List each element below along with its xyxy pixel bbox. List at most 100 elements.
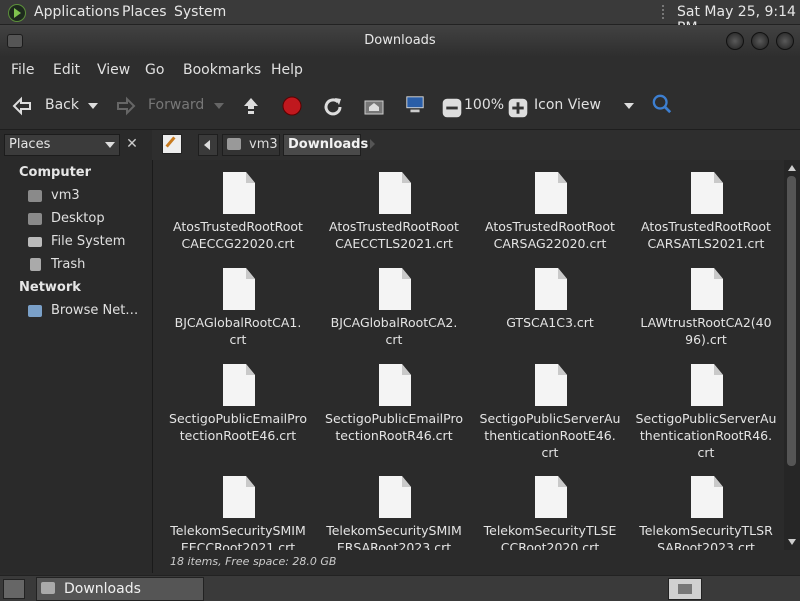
home-icon[interactable] (364, 96, 384, 116)
file-name: GTSCA1C3.crt (472, 314, 628, 331)
file-item[interactable]: TelekomSecurityTLSE CCRoot2020.crt (472, 464, 628, 550)
file-item[interactable]: SectigoPublicEmailPro tectionRootE46.crt (160, 352, 316, 462)
sidebar-type-select[interactable]: Places (4, 134, 120, 156)
file-name: TelekomSecuritySMIM ERSARoot2023.crt (316, 522, 472, 550)
top-panel: Applications Places System Sat May 25, 9… (0, 0, 800, 36)
file-name-line: CARSATLS2021.crt (647, 236, 765, 251)
drive-icon (28, 237, 42, 247)
file-item[interactable]: AtosTrustedRootRoot CAECCTLS2021.crt (316, 160, 472, 270)
minimize-button[interactable] (726, 32, 744, 50)
file-name-line: SectigoPublicServerAu (479, 411, 621, 426)
file-icon-view[interactable]: AtosTrustedRootRoot CAECCG22020.crt AtosTr… (156, 160, 784, 550)
close-window-button[interactable] (776, 32, 794, 50)
file-item[interactable]: BJCAGlobalRootCA2. crt (316, 256, 472, 366)
file-item[interactable]: AtosTrustedRootRoot CARSATLS2021.crt (628, 160, 784, 270)
file-name: AtosTrustedRootRoot CAECCG22020.crt (160, 218, 316, 252)
file-name-line: thenticationRootE46. (484, 428, 616, 443)
vertical-scrollbar[interactable] (784, 160, 800, 550)
home-folder-icon (28, 190, 42, 202)
window-title: Downloads (364, 33, 436, 48)
forward-button[interactable]: Forward (112, 91, 212, 121)
zoom-in-icon[interactable] (508, 98, 528, 118)
computer-icon[interactable] (405, 95, 425, 115)
file-name-line: ERSARoot2023.crt (336, 540, 452, 550)
desktop-folder-icon (28, 213, 42, 225)
menu-file[interactable]: File (11, 62, 34, 78)
menu-edit[interactable]: Edit (53, 62, 80, 78)
file-item[interactable]: TelekomSecuritySMIM EECCRoot2021.crt (160, 464, 316, 550)
file-item[interactable]: GTSCA1C3.crt (472, 256, 628, 366)
sidebar-item-label: vm3 (51, 188, 80, 203)
file-name-line: CAECCG22020.crt (181, 236, 295, 251)
file-name-line: LAWtrustRootCA2(40 (640, 315, 772, 330)
sidebar-item-label: Desktop (51, 211, 105, 226)
home-folder-icon (227, 138, 241, 150)
path-scroll-right-button[interactable] (370, 139, 375, 149)
sidebar-item-trash[interactable]: Trash (28, 256, 148, 276)
file-item[interactable]: TelekomSecuritySMIM ERSARoot2023.crt (316, 464, 472, 550)
file-name-line: SectigoPublicEmailPro (325, 411, 463, 426)
workspace-switcher[interactable] (668, 578, 702, 600)
reload-icon[interactable] (323, 96, 343, 116)
forward-history-dropdown[interactable] (214, 103, 224, 109)
path-scroll-left-button[interactable] (198, 134, 218, 156)
file-name-line: CAECCTLS2021.crt (335, 236, 453, 251)
file-name-line: AtosTrustedRootRoot (173, 219, 303, 234)
file-item[interactable]: AtosTrustedRootRoot CAECCG22020.crt (160, 160, 316, 270)
places-menu[interactable]: Places (122, 4, 167, 20)
breadcrumb-vm3[interactable]: vm3 (222, 134, 280, 156)
toolbar: Back Forward 100% Icon View (0, 83, 800, 130)
sidebar-item-file-system[interactable]: File System (28, 233, 148, 253)
maximize-button[interactable] (751, 32, 769, 50)
file-item[interactable]: TelekomSecurityTLSR SARoot2023.crt (628, 464, 784, 550)
file-name-line: crt (385, 332, 403, 347)
file-item[interactable]: LAWtrustRootCA2(40 96).crt (628, 256, 784, 366)
scroll-down-icon[interactable] (788, 539, 796, 545)
file-item[interactable]: SectigoPublicServerAu thenticationRootR46… (628, 352, 784, 462)
edit-location-icon[interactable] (162, 134, 182, 154)
view-mode-label: Icon View (534, 97, 601, 113)
scroll-thumb[interactable] (787, 176, 796, 466)
document-file-icon (691, 268, 723, 310)
file-name: AtosTrustedRootRoot CARSAG22020.crt (472, 218, 628, 252)
file-item[interactable]: SectigoPublicServerAu thenticationRootE46… (472, 352, 628, 462)
chevron-down-icon (624, 103, 634, 109)
file-name-line: TelekomSecurityTLSR (639, 523, 773, 538)
applications-menu[interactable]: Applications (34, 4, 120, 20)
sidebar-item-label: File System (51, 234, 126, 249)
stop-icon[interactable] (282, 96, 302, 116)
system-logo-icon[interactable] (8, 4, 26, 22)
search-icon[interactable] (652, 94, 672, 114)
system-menu[interactable]: System (174, 4, 226, 20)
menu-bookmarks[interactable]: Bookmarks (183, 62, 261, 78)
file-name: TelekomSecurityTLSE CCRoot2020.crt (472, 522, 628, 550)
menu-help[interactable]: Help (271, 62, 303, 78)
sidebar-item-label: Trash (51, 257, 86, 272)
breadcrumb-downloads[interactable]: Downloads (283, 134, 368, 156)
menu-view[interactable]: View (97, 62, 130, 78)
menu-go[interactable]: Go (145, 62, 164, 78)
up-arrow-icon[interactable] (241, 96, 261, 116)
document-file-icon (379, 364, 411, 406)
show-desktop-button[interactable] (3, 579, 25, 599)
zoom-level[interactable]: 100% (464, 97, 504, 113)
file-item[interactable]: SectigoPublicEmailPro tectionRootR46.crt (316, 352, 472, 462)
file-item[interactable]: BJCAGlobalRootCA1. crt (160, 256, 316, 366)
scroll-up-icon[interactable] (788, 165, 796, 171)
window-titlebar[interactable]: Downloads (0, 25, 800, 57)
taskbar-window-downloads[interactable]: Downloads (36, 577, 204, 601)
sidebar-item-browse-network[interactable]: Browse Net… (28, 302, 148, 322)
back-history-dropdown[interactable] (88, 103, 98, 109)
zoom-out-icon[interactable] (442, 98, 462, 118)
file-item[interactable]: AtosTrustedRootRoot CARSAG22020.crt (472, 160, 628, 270)
file-name-line: SectigoPublicServerAu (635, 411, 777, 426)
view-mode-select[interactable]: Icon View (530, 93, 640, 119)
forward-label: Forward (148, 97, 205, 113)
sidebar-item-desktop[interactable]: Desktop (28, 210, 148, 230)
document-file-icon (535, 476, 567, 518)
document-file-icon (223, 172, 255, 214)
close-sidebar-icon[interactable]: ✕ (124, 136, 140, 152)
document-file-icon (535, 268, 567, 310)
sidebar-item-vm3[interactable]: vm3 (28, 187, 148, 207)
document-file-icon (691, 172, 723, 214)
